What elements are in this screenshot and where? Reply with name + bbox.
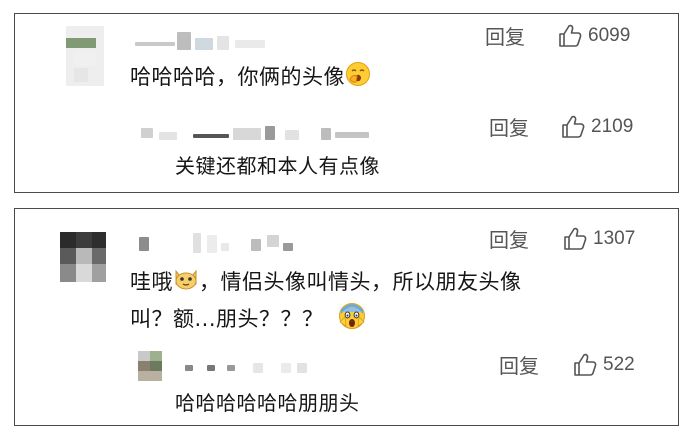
cat-face-emoji	[173, 266, 199, 300]
like-count: 6099	[588, 25, 631, 46]
comment-text-line-1: 哇哦 ，情侣头像叫情头，所以朋友头像	[130, 266, 522, 300]
blurred-username[interactable]	[135, 28, 275, 52]
like-button[interactable]: 6099	[557, 23, 630, 49]
comment-text: 哈哈哈哈，你俩的头像	[130, 61, 371, 95]
reply-text: 哈哈哈哈哈哈朋朋头	[175, 391, 360, 415]
reply-button[interactable]: 回复	[489, 227, 529, 253]
reply-text: 关键还都和本人有点像	[175, 154, 380, 178]
reply-button[interactable]: 回复	[485, 24, 525, 50]
user-avatar[interactable]	[66, 26, 104, 86]
like-button[interactable]: 1307	[562, 226, 635, 252]
yawning-face-emoji	[345, 61, 371, 95]
blurred-username[interactable]	[135, 229, 335, 255]
like-count: 522	[603, 354, 635, 375]
screaming-face-emoji	[338, 302, 366, 338]
user-avatar[interactable]	[60, 232, 106, 282]
reply-username-blurred[interactable]	[135, 120, 395, 144]
like-button[interactable]: 522	[572, 352, 635, 378]
like-button[interactable]: 2109	[560, 114, 633, 140]
like-count: 2109	[591, 116, 634, 137]
thumbs-up-icon	[557, 23, 583, 49]
comment-card-1: 回复 6099 哈哈哈哈，你俩的头像 回复 2109 关键还都和本人有点像	[14, 13, 679, 193]
reply-username-blurred[interactable]	[173, 357, 323, 377]
like-count: 1307	[593, 228, 636, 249]
comment-card-2: 回复 1307 哇哦 ，情侣头像叫情头，所以朋友头像 叫？额...朋头？？？ 回…	[14, 208, 679, 426]
reply-button[interactable]: 回复	[499, 353, 539, 379]
reply-button[interactable]: 回复	[489, 115, 529, 141]
thumbs-up-icon	[562, 226, 588, 252]
comment-text-line-2: 叫？额...朋头？？？	[130, 302, 366, 338]
thumbs-up-icon	[560, 114, 586, 140]
reply-avatar[interactable]	[138, 351, 162, 381]
thumbs-up-icon	[572, 352, 598, 378]
